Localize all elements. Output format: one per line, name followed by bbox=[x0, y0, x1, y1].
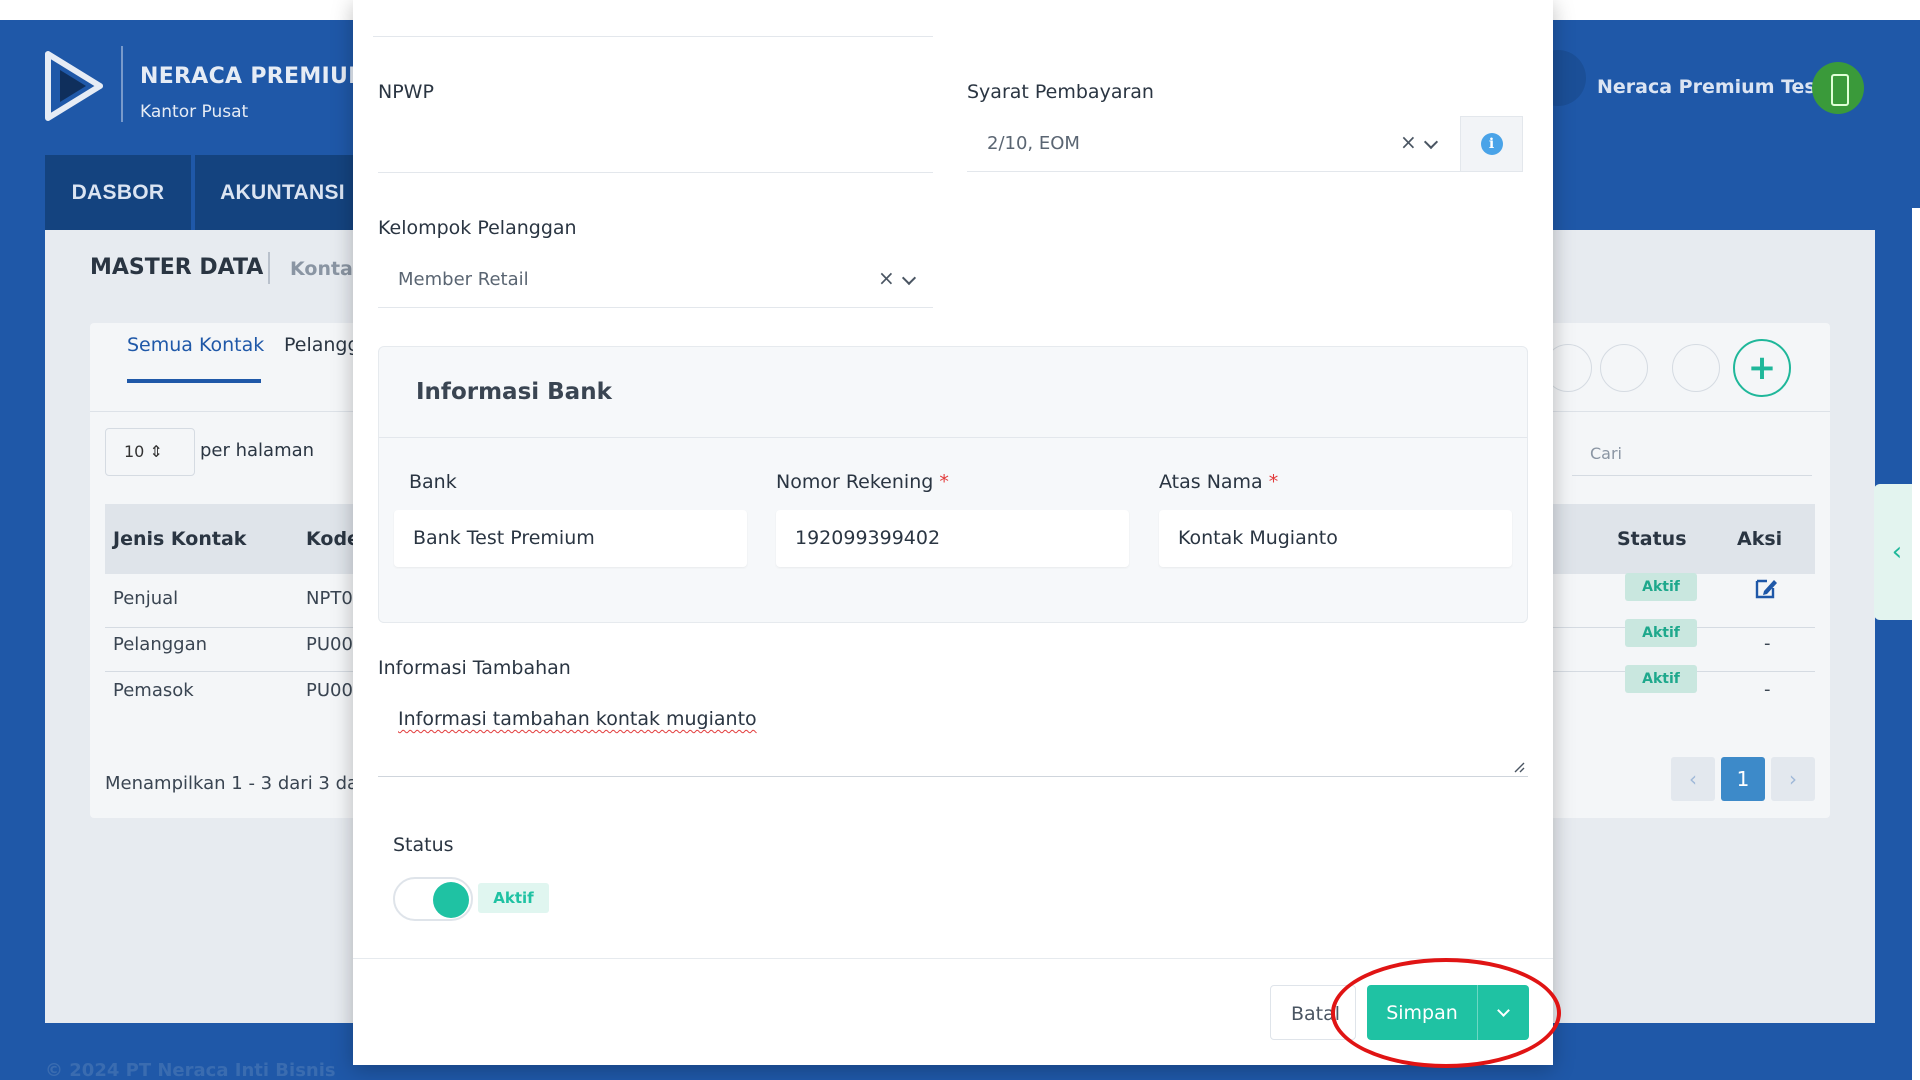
payment-terms-label: Syarat Pembayaran bbox=[967, 81, 1154, 103]
account-number-label: Nomor Rekening * bbox=[776, 471, 949, 493]
required-marker: * bbox=[1268, 471, 1279, 493]
payment-terms-info-button[interactable]: i bbox=[1460, 116, 1523, 172]
column-header-kode: Kode bbox=[306, 528, 360, 550]
column-header-status: Status bbox=[1617, 528, 1687, 550]
nav-tab-dasbor[interactable]: DASBOR bbox=[45, 155, 191, 230]
npwp-label: NPWP bbox=[378, 81, 434, 103]
save-options-dropdown[interactable] bbox=[1477, 985, 1529, 1040]
prev-page-button[interactable]: ‹ bbox=[1671, 757, 1715, 801]
import-icon[interactable] bbox=[1672, 344, 1720, 392]
per-page-select[interactable]: 10 ⇕ bbox=[105, 428, 195, 476]
brand-name: NERACA PREMIUM bbox=[140, 64, 371, 89]
status-toggle[interactable] bbox=[393, 877, 473, 921]
status-badge: Aktif bbox=[1625, 619, 1697, 647]
tab-semua-kontak[interactable]: Semua Kontak bbox=[127, 334, 264, 356]
account-holder-input[interactable]: Kontak Mugianto bbox=[1159, 510, 1512, 567]
export-icon[interactable] bbox=[1600, 344, 1648, 392]
per-page-label: per halaman bbox=[200, 440, 315, 461]
table-cell-jenis: Pelanggan bbox=[113, 634, 208, 655]
payment-terms-select[interactable]: 2/10, EOM bbox=[967, 116, 1461, 172]
additional-info-textarea[interactable]: Informasi tambahan kontak mugianto bbox=[378, 690, 1528, 777]
customer-group-value: Member Retail bbox=[398, 269, 529, 290]
brand-logo-icon bbox=[45, 51, 103, 121]
copyright: © 2024 PT Neraca Inti Bisnis bbox=[45, 1060, 336, 1080]
pagination-info: Menampilkan 1 - 3 dari 3 data bbox=[105, 773, 377, 794]
status-badge: Aktif bbox=[1625, 573, 1697, 601]
table-cell-aksi: - bbox=[1764, 633, 1771, 654]
npwp-input[interactable] bbox=[378, 117, 933, 173]
additional-info-text: Informasi tambahan kontak mugianto bbox=[398, 708, 757, 730]
nav-tab-akuntansi[interactable]: AKUNTANSI bbox=[195, 155, 370, 230]
edit-icon[interactable] bbox=[1754, 576, 1780, 600]
payment-terms-value: 2/10, EOM bbox=[987, 133, 1080, 154]
status-badge: Aktif bbox=[478, 883, 549, 913]
next-page-button[interactable]: › bbox=[1771, 757, 1815, 801]
avatar[interactable] bbox=[1812, 62, 1864, 114]
table-cell-kode: PU00 bbox=[306, 634, 353, 655]
table-cell-kode: PU00 bbox=[306, 680, 353, 701]
table-cell-jenis: Penjual bbox=[113, 588, 179, 609]
user-name[interactable]: Neraca Premium Test bbox=[1597, 76, 1825, 98]
customer-group-label: Kelompok Pelanggan bbox=[378, 217, 577, 239]
column-header-jenis: Jenis Kontak bbox=[113, 528, 247, 550]
clear-icon[interactable]: × bbox=[878, 266, 895, 290]
account-number-label-text: Nomor Rekening bbox=[776, 471, 934, 493]
field-underline bbox=[373, 36, 933, 37]
account-number-input[interactable]: 192099399402 bbox=[776, 510, 1129, 567]
title-divider bbox=[268, 252, 270, 284]
bank-label: Bank bbox=[409, 471, 457, 493]
save-button[interactable]: Simpan bbox=[1367, 985, 1477, 1040]
page-title: MASTER DATA bbox=[90, 255, 264, 280]
page-number-button[interactable]: 1 bbox=[1721, 757, 1765, 801]
search-input[interactable]: Cari bbox=[1572, 444, 1812, 476]
info-icon: i bbox=[1480, 133, 1503, 155]
add-contact-button[interactable]: + bbox=[1733, 339, 1791, 397]
toggle-knob bbox=[433, 882, 469, 918]
status-badge: Aktif bbox=[1625, 665, 1697, 693]
additional-info-label: Informasi Tambahan bbox=[378, 657, 571, 679]
contact-form-modal: NPWP Syarat Pembayaran 2/10, EOM × i Kel… bbox=[353, 0, 1553, 1065]
table-cell-kode: NPT0 bbox=[306, 588, 353, 609]
per-page-value: 10 bbox=[124, 442, 145, 461]
required-marker: * bbox=[939, 471, 949, 493]
table-cell-jenis: Pemasok bbox=[113, 680, 194, 701]
section-divider bbox=[379, 437, 1527, 438]
footer-divider bbox=[353, 958, 1553, 959]
bank-section-title: Informasi Bank bbox=[416, 379, 612, 405]
active-tab-indicator bbox=[127, 379, 261, 383]
brand-branch: Kantor Pusat bbox=[140, 102, 249, 122]
clear-icon[interactable]: × bbox=[1400, 130, 1417, 154]
page-scrollbar[interactable] bbox=[1912, 208, 1920, 1080]
brand-divider bbox=[121, 46, 123, 122]
table-cell-aksi: - bbox=[1764, 679, 1771, 700]
customer-group-select[interactable]: Member Retail bbox=[378, 252, 933, 308]
resize-handle-icon[interactable] bbox=[1513, 761, 1525, 773]
column-header-aksi: Aksi bbox=[1737, 528, 1783, 550]
bank-input[interactable]: Bank Test Premium bbox=[394, 510, 747, 567]
account-holder-label: Atas Nama * bbox=[1159, 471, 1278, 493]
status-label: Status bbox=[393, 834, 454, 856]
cancel-button[interactable]: Batal bbox=[1270, 985, 1356, 1040]
account-holder-label-text: Atas Nama bbox=[1159, 471, 1263, 493]
